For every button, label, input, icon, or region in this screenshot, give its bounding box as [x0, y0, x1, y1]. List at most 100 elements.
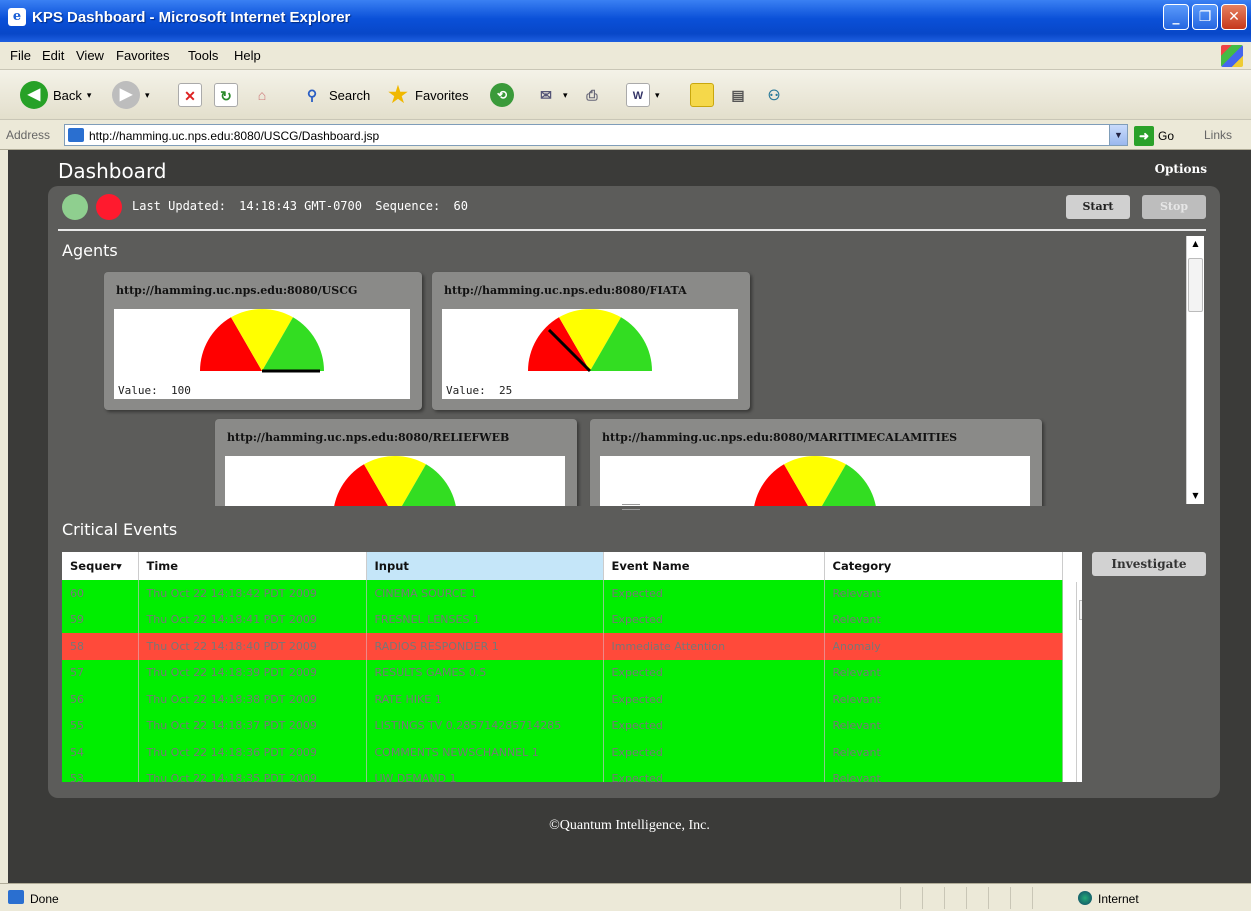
address-url[interactable]: http://hamming.uc.nps.edu:8080/USCG/Dash… [89, 129, 379, 143]
history-icon: ⟲ [490, 83, 514, 107]
scroll-thumb[interactable] [1079, 600, 1082, 620]
back-label: Back [53, 87, 82, 103]
scroll-down-icon[interactable]: ▼ [1077, 766, 1082, 782]
favorites-button[interactable]: ★ Favorites [386, 80, 468, 110]
start-button[interactable]: Start [1066, 195, 1130, 219]
page-done-icon [8, 890, 24, 904]
minimize-icon[interactable]: _ [1163, 4, 1189, 30]
menu-view[interactable]: View [76, 48, 104, 63]
cell-event: Expected [603, 739, 825, 766]
cell-seq: 60 [62, 580, 139, 607]
history-button[interactable]: ⟲ [490, 80, 514, 110]
close-icon[interactable]: ✕ [1221, 4, 1247, 30]
agents-scrollbar[interactable]: ▲ ▼ [1186, 236, 1204, 504]
cell-input: COMMENTS NEWSCHANNEL 1 [366, 739, 604, 766]
back-button[interactable]: ◀ Back ▾ [20, 80, 91, 110]
agent-gauge [600, 456, 1030, 506]
menu-edit[interactable]: Edit [42, 48, 64, 63]
table-row[interactable]: 55 Thu Oct 22 14:18:37 PDT 2009 LISTINGS T… [62, 712, 1063, 739]
menu-favorites[interactable]: Favorites [116, 48, 169, 63]
table-row[interactable]: 57 Thu Oct 22 14:18:39 PDT 2009 RESULTS GA… [62, 659, 1063, 686]
agent-url: http://hamming.uc.nps.edu:8080/MARITIMEC… [602, 431, 958, 444]
research-button[interactable]: ▤ [726, 80, 750, 110]
cell-time: Thu Oct 22 14:18:35 PDT 2009 [138, 765, 367, 782]
chevron-down-icon[interactable]: ▼ [1109, 125, 1127, 145]
status-bar: Done Internet [0, 883, 1251, 911]
address-input[interactable]: http://hamming.uc.nps.edu:8080/USCG/Dash… [64, 124, 1128, 146]
table-row[interactable]: 59 Thu Oct 22 14:18:41 PDT 2009 FRESNEL LE… [62, 606, 1063, 633]
messenger-icon: ⚇ [767, 87, 781, 103]
home-button[interactable]: ⌂ [250, 80, 274, 110]
cell-category: Relevant [824, 765, 1063, 782]
agent-value: Value: 100 [118, 384, 191, 397]
mail-button[interactable]: ✉ ▾ [534, 80, 567, 110]
search-button[interactable]: ⚲ Search [300, 80, 370, 110]
cell-category: Anomaly [824, 633, 1063, 660]
cell-time: Thu Oct 22 14:18:38 PDT 2009 [138, 686, 367, 713]
agent-card-maritimecalamities[interactable]: http://hamming.uc.nps.edu:8080/MARITIMEC… [590, 419, 1042, 506]
cell-input: RATE HIKE 1 [366, 686, 604, 713]
value-number: 100 [171, 384, 191, 397]
scroll-down-icon[interactable]: ▼ [1187, 488, 1204, 504]
cell-category: Relevant [824, 606, 1063, 633]
table-row[interactable]: 58 Thu Oct 22 14:18:40 PDT 2009 RADIOS RES… [62, 633, 1063, 660]
go-arrow-icon: ➜ [1134, 126, 1154, 146]
scroll-up-icon[interactable]: ▲ [1187, 236, 1204, 252]
column-time[interactable]: Time [138, 552, 367, 580]
events-scrollbar[interactable]: ▲ ▼ [1076, 582, 1082, 782]
agent-url: http://hamming.uc.nps.edu:8080/FIATA [444, 284, 687, 297]
refresh-button[interactable]: ↻ [214, 80, 238, 110]
window-title-bar[interactable]: e KPS Dashboard - Microsoft Internet Exp… [0, 0, 1251, 42]
table-header: Sequer▾ Time Input Event Name Category [62, 552, 1063, 580]
scroll-up-icon[interactable]: ▲ [1077, 582, 1082, 598]
column-category[interactable]: Category [824, 552, 1063, 580]
table-row[interactable]: 53 Thu Oct 22 14:18:35 PDT 2009 UW DEMAND … [62, 765, 1063, 782]
window-title: KPS Dashboard - Microsoft Internet Explo… [32, 9, 351, 26]
messenger-button[interactable]: ⚇ [762, 80, 786, 110]
cell-time: Thu Oct 22 14:18:36 PDT 2009 [138, 739, 367, 766]
cell-seq: 54 [62, 739, 139, 766]
resize-grip[interactable] [622, 504, 640, 510]
forward-button[interactable]: ▶ ▾ [112, 80, 150, 110]
agent-url: http://hamming.uc.nps.edu:8080/USCG [116, 284, 358, 297]
menu-file[interactable]: File [10, 48, 31, 63]
globe-icon [1078, 891, 1092, 905]
page-icon [68, 128, 84, 142]
discuss-button[interactable] [690, 80, 714, 110]
print-button[interactable]: ⎙ [580, 80, 604, 110]
maximize-icon[interactable]: ❐ [1192, 4, 1218, 30]
stop-load-button[interactable]: ✕ [178, 80, 202, 110]
go-label: Go [1158, 129, 1175, 143]
menu-tools[interactable]: Tools [188, 48, 218, 63]
scroll-thumb[interactable] [1188, 258, 1203, 312]
edit-button[interactable]: W ▾ [626, 80, 660, 110]
cell-input: CINEMA SOURCE 1 [366, 580, 604, 607]
cell-category: Relevant [824, 686, 1063, 713]
cell-category: Relevant [824, 580, 1063, 607]
agent-card-reliefweb[interactable]: http://hamming.uc.nps.edu:8080/RELIEFWEB [215, 419, 577, 506]
menu-help[interactable]: Help [234, 48, 261, 63]
cell-input: FRESNEL LENSES 1 [366, 606, 604, 633]
windows-logo-icon [1221, 45, 1243, 67]
stop-button[interactable]: Stop [1142, 195, 1206, 219]
agent-card-uscg[interactable]: http://hamming.uc.nps.edu:8080/USCG Valu… [104, 272, 422, 410]
cell-time: Thu Oct 22 14:18:39 PDT 2009 [138, 659, 367, 686]
agent-gauge: Value: 100 [114, 309, 410, 399]
column-sequence[interactable]: Sequer▾ [62, 552, 139, 580]
events-table: Sequer▾ Time Input Event Name Category 6… [62, 552, 1082, 782]
cell-event: Expected [603, 765, 825, 782]
cell-seq: 56 [62, 686, 139, 713]
table-row[interactable]: 60 Thu Oct 22 14:18:42 PDT 2009 CINEMA SOU… [62, 580, 1063, 607]
options-link[interactable]: Options [1155, 162, 1207, 176]
links-button[interactable]: Links [1204, 128, 1232, 142]
menu-bar: File Edit View Favorites Tools Help [0, 42, 1251, 70]
column-event-name[interactable]: Event Name [603, 552, 825, 580]
agent-url: http://hamming.uc.nps.edu:8080/RELIEFWEB [227, 431, 510, 444]
table-row[interactable]: 56 Thu Oct 22 14:18:38 PDT 2009 RATE HIKE … [62, 686, 1063, 713]
status-lamp-red [96, 194, 122, 220]
column-input[interactable]: Input [366, 552, 604, 580]
table-row[interactable]: 54 Thu Oct 22 14:18:36 PDT 2009 COMMENTS N… [62, 739, 1063, 766]
go-button[interactable]: ➜ Go [1134, 126, 1174, 146]
agent-card-fiata[interactable]: http://hamming.uc.nps.edu:8080/FIATA Val… [432, 272, 750, 410]
investigate-button[interactable]: Investigate [1092, 552, 1206, 576]
